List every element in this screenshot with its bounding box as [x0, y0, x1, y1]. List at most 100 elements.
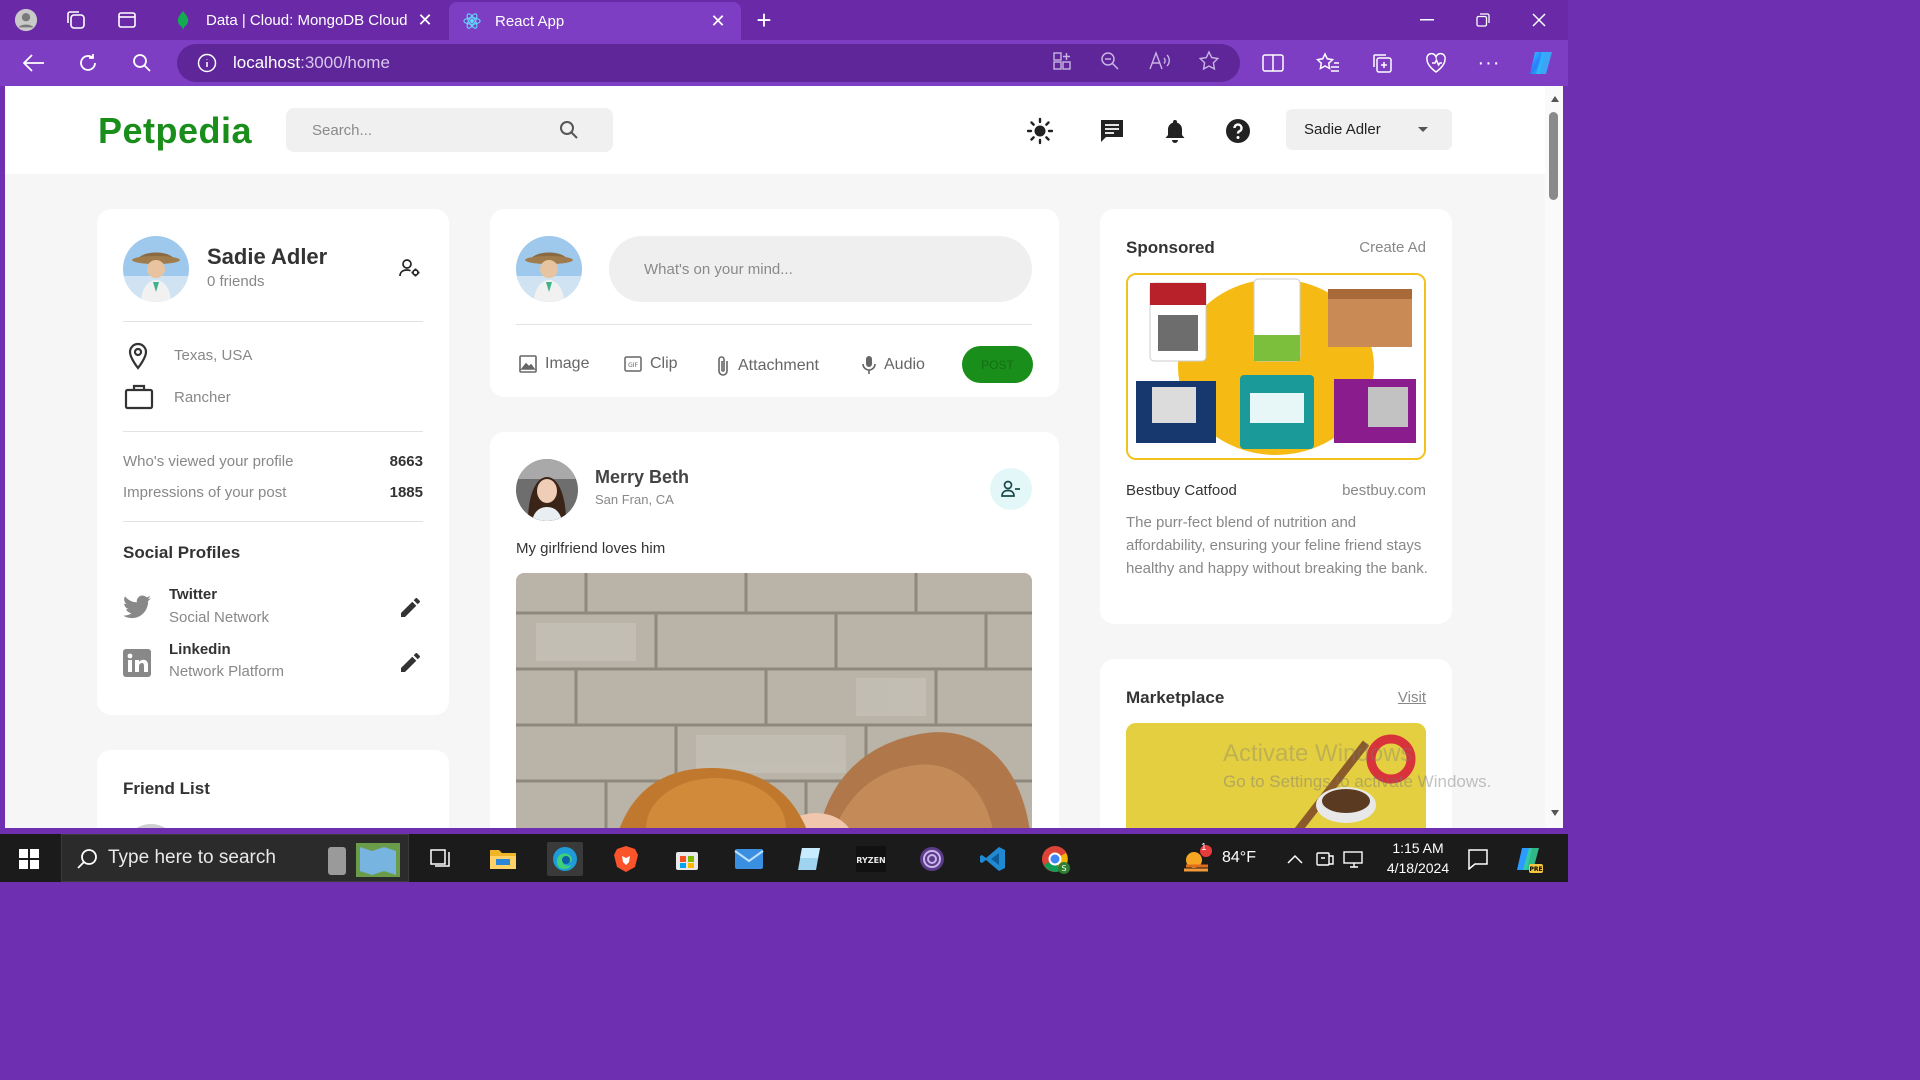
post-author-location: San Fran, CA: [595, 492, 674, 507]
gif-icon: GIF: [624, 356, 642, 372]
sponsored-card: Sponsored Create Ad Bestbuy Catfood best…: [1100, 209, 1452, 624]
microsoft-store-icon[interactable]: [670, 842, 704, 876]
task-view-icon[interactable]: [424, 842, 458, 876]
site-info-icon[interactable]: [197, 53, 217, 73]
sponsored-product[interactable]: Bestbuy Catfood: [1126, 482, 1237, 499]
windows-start-icon[interactable]: [12, 842, 46, 876]
collections-icon[interactable]: [1369, 50, 1395, 76]
ryzen-master-icon[interactable]: RYZEN: [854, 842, 888, 876]
profile-avatar[interactable]: [123, 236, 189, 302]
light-mode-icon[interactable]: [1025, 116, 1055, 146]
file-explorer-icon[interactable]: [486, 842, 520, 876]
friend-avatar[interactable]: [123, 824, 179, 828]
restore-icon[interactable]: [1468, 6, 1498, 34]
app-header: Petpedia Sadie Adler: [5, 86, 1545, 174]
workspaces-icon[interactable]: [64, 8, 88, 32]
audio-action[interactable]: Audio: [862, 355, 925, 375]
browser-essentials-icon[interactable]: [1423, 50, 1449, 76]
clip-action[interactable]: GIF Clip: [624, 355, 678, 373]
tor-browser-icon[interactable]: [915, 842, 949, 876]
edit-pencil-icon[interactable]: [401, 653, 420, 677]
react-logo-icon: [463, 12, 481, 30]
read-aloud-icon[interactable]: [1148, 49, 1172, 73]
microphone-icon: [862, 356, 876, 374]
chrome-icon[interactable]: S: [1038, 842, 1072, 876]
profile-avatar-icon[interactable]: [14, 8, 38, 32]
close-window-icon[interactable]: [1524, 6, 1554, 34]
edit-pencil-icon[interactable]: [401, 598, 420, 622]
search-icon[interactable]: [129, 50, 155, 76]
user-menu-select[interactable]: Sadie Adler: [1286, 109, 1452, 150]
search-input[interactable]: [286, 108, 556, 152]
image-icon: [519, 355, 537, 373]
image-action[interactable]: Image: [519, 355, 589, 373]
social-name[interactable]: Twitter: [169, 586, 217, 603]
close-tab-icon[interactable]: ✕: [709, 11, 727, 32]
split-screen-icon[interactable]: [1260, 50, 1286, 76]
search-icon: [77, 849, 97, 869]
taskbar-search[interactable]: Type here to search: [61, 834, 409, 882]
zoom-out-icon[interactable]: [1098, 49, 1122, 73]
minimize-icon[interactable]: [1412, 6, 1442, 34]
mail-icon[interactable]: [732, 842, 766, 876]
action-label: Attachment: [738, 357, 819, 374]
twitter-icon: [123, 595, 151, 624]
sponsored-heading: Sponsored: [1126, 238, 1215, 257]
sponsored-ad-image[interactable]: [1126, 273, 1426, 460]
scrollbar-thumb[interactable]: [1549, 112, 1558, 200]
refresh-icon[interactable]: [75, 50, 101, 76]
edge-icon[interactable]: [547, 842, 583, 876]
manage-account-icon[interactable]: [399, 258, 421, 283]
favorite-star-icon[interactable]: [1197, 49, 1221, 73]
brave-browser-icon[interactable]: [609, 842, 643, 876]
weather-temperature[interactable]: 84°F: [1222, 849, 1256, 867]
notification-center-icon[interactable]: [1461, 842, 1495, 876]
post-text: My girlfriend loves him: [516, 540, 666, 557]
tab-mongodb[interactable]: Data | Cloud: MongoDB Cloud ✕: [160, 0, 448, 40]
help-icon[interactable]: [1223, 116, 1253, 146]
favorites-icon[interactable]: [1315, 50, 1341, 76]
sponsored-site[interactable]: bestbuy.com: [1342, 482, 1426, 499]
chevron-up-icon[interactable]: [1278, 842, 1312, 876]
marketplace-visit-link[interactable]: Visit: [1398, 689, 1426, 706]
post-author-avatar[interactable]: [516, 459, 578, 521]
notes-app-icon[interactable]: [793, 842, 827, 876]
linkedin-icon: [123, 649, 151, 682]
app-available-icon[interactable]: [1050, 49, 1074, 73]
address-bar[interactable]: localhost:3000/home: [177, 44, 1240, 82]
messages-icon[interactable]: [1097, 116, 1127, 146]
tab-react-app[interactable]: React App ✕: [449, 2, 741, 40]
brand-logo[interactable]: Petpedia: [98, 110, 252, 152]
profile-name[interactable]: Sadie Adler: [207, 244, 327, 270]
close-tab-icon[interactable]: ✕: [416, 10, 434, 31]
social-name[interactable]: Linkedin: [169, 641, 231, 658]
briefcase-icon: [124, 384, 154, 415]
vscode-icon[interactable]: [976, 842, 1010, 876]
taskbar-search-placeholder: Type here to search: [108, 847, 276, 868]
network-icon[interactable]: [1337, 842, 1371, 876]
copilot-icon[interactable]: [1526, 48, 1556, 78]
tab-actions-icon[interactable]: [115, 8, 139, 32]
copilot-taskbar-icon[interactable]: PRE: [1511, 842, 1545, 876]
new-tab-icon[interactable]: +: [752, 5, 776, 35]
post-composer-card: What's on your mind... Image GIF Clip At…: [490, 209, 1059, 397]
search-icon[interactable]: [559, 120, 579, 140]
whats-on-your-mind-input[interactable]: What's on your mind...: [609, 236, 1032, 302]
search-highlight-icon: [328, 843, 400, 877]
url-path: :3000/home: [300, 53, 390, 72]
back-icon[interactable]: [21, 50, 47, 76]
post-image[interactable]: [516, 573, 1032, 828]
create-ad-link[interactable]: Create Ad: [1359, 239, 1426, 256]
attachment-action[interactable]: Attachment: [716, 355, 819, 377]
clock[interactable]: 1:15 AM 4/18/2024: [1376, 838, 1460, 878]
weather-icon[interactable]: [1180, 842, 1214, 876]
stat-value: 8663: [389, 453, 423, 470]
notifications-bell-icon[interactable]: [1160, 116, 1190, 146]
post-author-name[interactable]: Merry Beth: [595, 467, 689, 488]
post-button[interactable]: POST: [962, 346, 1033, 383]
scroll-down-icon[interactable]: [1551, 810, 1559, 816]
remove-friend-button[interactable]: [990, 468, 1032, 510]
more-options-icon[interactable]: ···: [1476, 50, 1502, 76]
scroll-up-icon[interactable]: [1551, 96, 1559, 102]
page-scrollbar[interactable]: [1545, 86, 1563, 828]
